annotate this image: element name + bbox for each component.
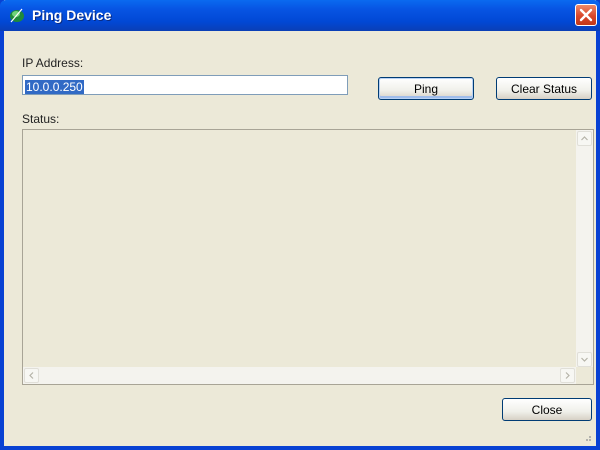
horizontal-scrollbar[interactable] bbox=[23, 366, 576, 384]
ip-address-input[interactable]: 10.0.0.250 bbox=[22, 75, 348, 95]
ip-address-value: 10.0.0.250 bbox=[25, 80, 84, 94]
resize-grip-icon[interactable] bbox=[582, 432, 592, 442]
app-icon bbox=[10, 8, 24, 23]
clear-status-button[interactable]: Clear Status bbox=[496, 77, 592, 100]
scroll-up-icon[interactable] bbox=[577, 131, 592, 146]
vertical-scrollbar[interactable] bbox=[575, 130, 593, 368]
scroll-left-icon[interactable] bbox=[24, 368, 39, 383]
ip-address-label: IP Address: bbox=[22, 56, 84, 70]
status-text-area[interactable] bbox=[22, 129, 594, 385]
status-label: Status: bbox=[22, 112, 60, 126]
window-title: Ping Device bbox=[32, 7, 112, 23]
scrollbar-corner bbox=[576, 367, 593, 384]
title-bar[interactable]: Ping Device bbox=[0, 0, 600, 31]
close-icon[interactable] bbox=[575, 4, 597, 26]
ping-button[interactable]: Ping bbox=[378, 77, 474, 100]
close-button[interactable]: Close bbox=[502, 398, 592, 421]
ping-device-window: Ping Device IP Address: 10.0.0.250 Ping … bbox=[0, 0, 600, 450]
scroll-right-icon[interactable] bbox=[560, 368, 575, 383]
scroll-down-icon[interactable] bbox=[577, 352, 592, 367]
close-x-glyph bbox=[579, 8, 593, 22]
